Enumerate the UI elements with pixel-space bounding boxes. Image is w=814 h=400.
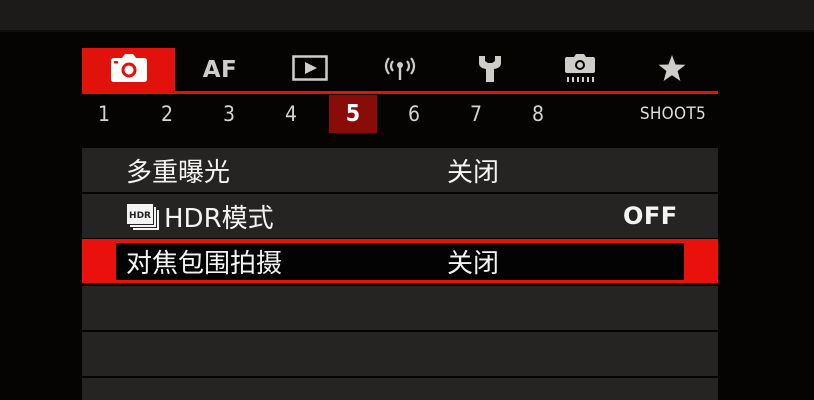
- menu-row-multiple-exposure[interactable]: 多重曝光 关闭: [82, 148, 718, 192]
- tab-autofocus[interactable]: AF: [175, 48, 265, 91]
- menu-row-hdr-mode[interactable]: HDR HDR模式 OFF: [82, 194, 718, 238]
- menu-row-label: HDR模式: [164, 203, 274, 234]
- top-bezel-edge: [0, 30, 814, 32]
- page-7[interactable]: 7: [452, 95, 500, 133]
- page-4[interactable]: 4: [267, 95, 315, 133]
- menu-row-label: 多重曝光: [126, 157, 231, 188]
- menu-row-focus-bracketing[interactable]: 对焦包围拍摄 关闭: [82, 239, 718, 283]
- wrench-icon: [476, 53, 504, 87]
- page-3[interactable]: 3: [205, 95, 253, 133]
- af-tab-label: AF: [202, 56, 238, 83]
- page-8[interactable]: 8: [514, 95, 562, 133]
- tab-setup[interactable]: [445, 48, 535, 91]
- page-1[interactable]: 1: [80, 95, 128, 133]
- page-6[interactable]: 6: [390, 95, 438, 133]
- page-selector-bar: 1 2 3 4 5 6 7 8 SHOOT5: [82, 95, 718, 133]
- tab-underline: [82, 91, 718, 94]
- menu-row-empty: [82, 332, 718, 376]
- page-2[interactable]: 2: [143, 95, 191, 133]
- play-icon: [292, 54, 328, 85]
- page-5[interactable]: 5: [329, 95, 377, 133]
- main-tab-bar: AF: [82, 48, 718, 94]
- menu-row-value: 关闭: [447, 157, 500, 188]
- top-bezel: [0, 0, 814, 32]
- hdr-icon: HDR: [126, 202, 160, 230]
- tab-my-menu[interactable]: [625, 48, 718, 91]
- menu-row-empty: [82, 286, 718, 330]
- tab-playback[interactable]: [265, 48, 355, 91]
- wireless-icon: [382, 54, 418, 86]
- custom-camera-icon: [564, 53, 596, 87]
- page-title: SHOOT5: [639, 104, 706, 124]
- star-icon: [657, 54, 687, 86]
- tab-custom-functions[interactable]: [535, 48, 625, 91]
- menu-row-value: 关闭: [447, 248, 500, 279]
- menu-row-label: 对焦包围拍摄: [126, 248, 283, 279]
- menu-row-empty: [82, 378, 718, 400]
- tab-wireless[interactable]: [355, 48, 445, 91]
- svg-text:HDR: HDR: [129, 211, 151, 221]
- tab-camera-shooting[interactable]: [82, 48, 175, 91]
- camera-icon: [110, 53, 148, 87]
- menu-row-label-wrap: HDR HDR模式: [126, 194, 274, 238]
- menu-row-value: OFF: [623, 202, 678, 230]
